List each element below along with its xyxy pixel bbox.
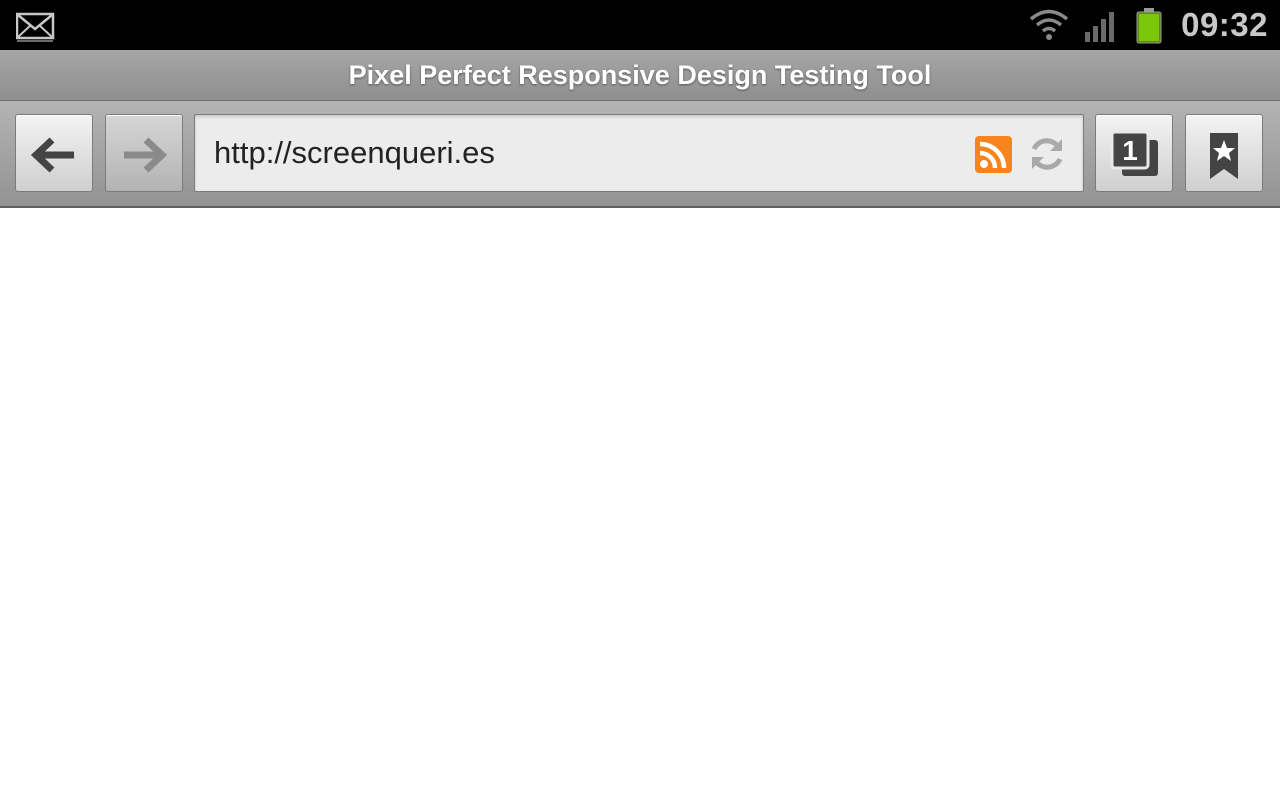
bookmark-icon xyxy=(1210,133,1238,179)
rss-icon[interactable] xyxy=(975,136,1012,173)
url-field[interactable]: http://screenqueri.es xyxy=(194,114,1084,192)
page-title: Pixel Perfect Responsive Design Testing … xyxy=(348,60,932,90)
browser-toolbar: http://screenqueri.es 1 xyxy=(0,101,1280,208)
url-text[interactable]: http://screenqueri.es xyxy=(214,115,495,191)
status-clock: 09:32 xyxy=(1181,6,1268,43)
forward-button[interactable] xyxy=(105,114,183,192)
refresh-icon[interactable] xyxy=(1026,133,1068,175)
back-button[interactable] xyxy=(15,114,93,192)
tabs-button[interactable]: 1 xyxy=(1095,114,1173,192)
forward-arrow-icon xyxy=(124,137,168,173)
wifi-icon xyxy=(1029,9,1069,40)
signal-icon xyxy=(1085,12,1114,42)
status-bar: 09:32 xyxy=(0,0,1280,50)
mail-icon[interactable] xyxy=(16,10,56,42)
web-content-area[interactable] xyxy=(0,208,1280,800)
battery-icon xyxy=(1136,8,1162,44)
bookmarks-button[interactable] xyxy=(1185,114,1263,192)
title-bar: Pixel Perfect Responsive Design Testing … xyxy=(0,50,1280,101)
back-arrow-icon xyxy=(30,137,74,173)
tab-count: 1 xyxy=(1122,135,1138,166)
tabs-icon: 1 xyxy=(1110,130,1158,176)
